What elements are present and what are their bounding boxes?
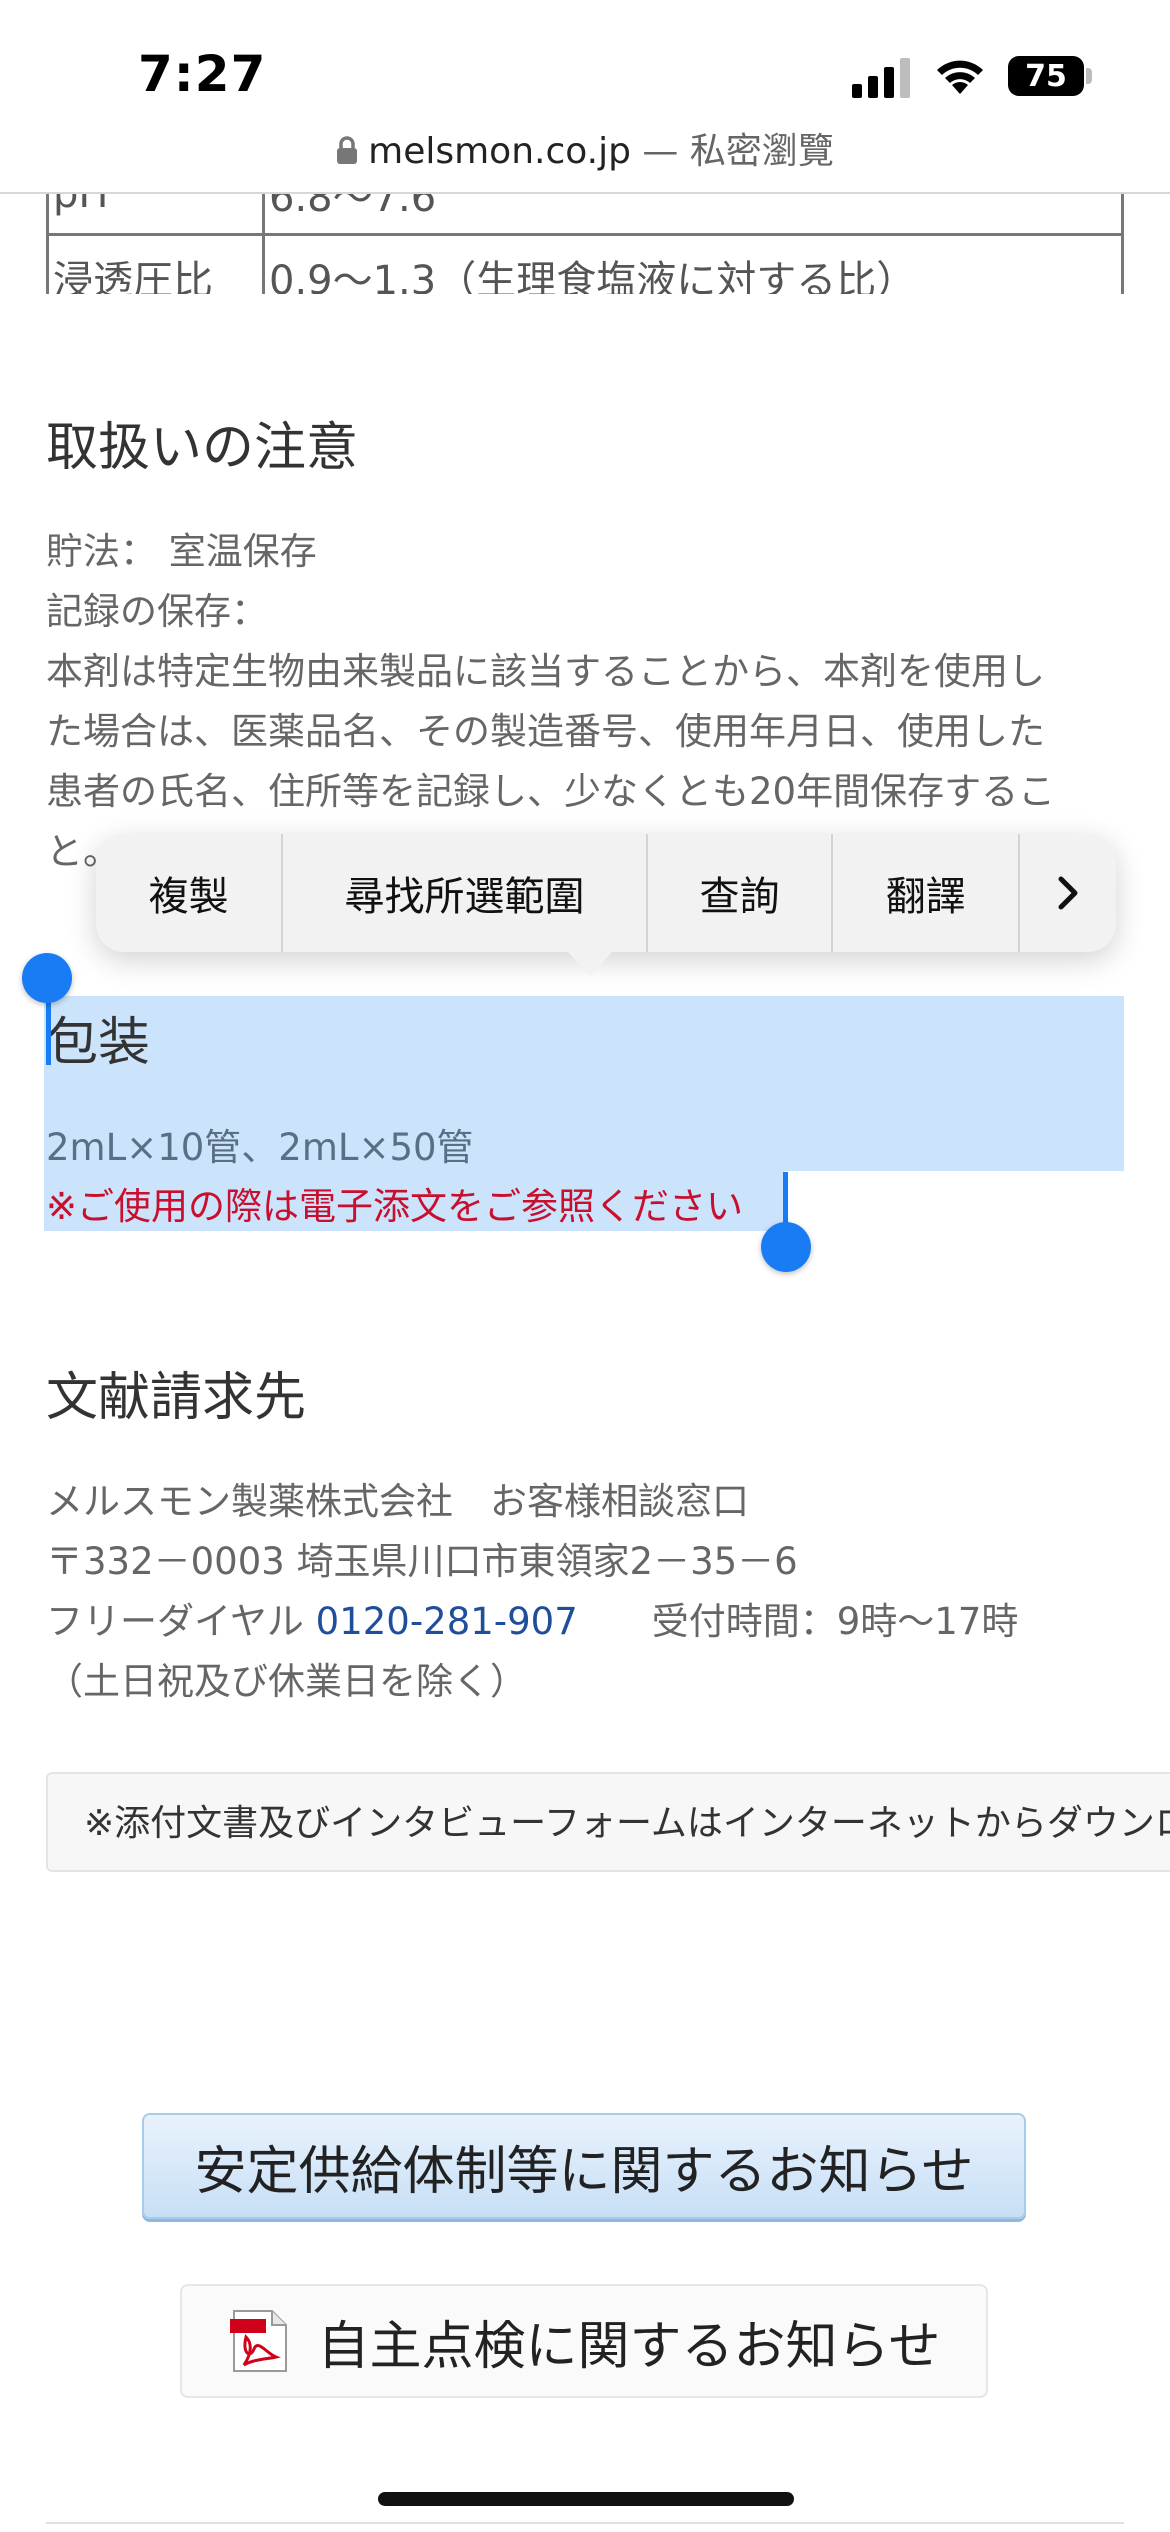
- supply-notice-button[interactable]: 安定供給体制等に関するお知らせ: [142, 2113, 1026, 2219]
- company-name: メルスモン製薬株式会社 お客様相談窓口: [46, 1480, 749, 1523]
- battery-level: 75: [1025, 58, 1067, 94]
- context-menu-pointer: [566, 950, 614, 976]
- contact-line: フリーダイヤル 0120-281-907 受付時間：9時〜17時: [46, 1592, 1126, 1652]
- packaging-title: 包装: [46, 1013, 151, 1073]
- menu-more-button[interactable]: [1020, 834, 1116, 952]
- handling-body: 貯法： 室温保存 記録の保存： 本剤は特定生物由来製品に該当することから、本剤を…: [46, 522, 1126, 882]
- page-divider: [46, 2522, 1124, 2524]
- address-bar[interactable]: melsmon.co.jp — 私密瀏覽: [0, 122, 1170, 174]
- pdf-icon: [228, 2309, 292, 2373]
- storage-text: 貯法： 室温保存: [46, 530, 317, 573]
- table-row: 浸透圧比 0.9〜1.3（生理食塩液に対する比）: [46, 233, 1124, 294]
- menu-item-find-selection[interactable]: 尋找所選範圍: [283, 834, 648, 952]
- spec-table: pH 6.8〜7.6 浸透圧比 0.9〜1.3（生理食塩液に対する比）: [46, 194, 1124, 294]
- company-address: 〒332－0003 埼玉県川口市東領家2－35－6: [46, 1540, 798, 1583]
- url-domain: melsmon.co.jp: [368, 131, 631, 172]
- table-row: pH 6.8〜7.6: [46, 194, 1124, 236]
- closed-days: （土日祝及び休業日を除く）: [46, 1660, 527, 1703]
- private-mode-label: — 私密瀏覽: [630, 131, 834, 172]
- wifi-icon: [937, 60, 983, 94]
- battery-cap: [1086, 68, 1092, 84]
- home-indicator[interactable]: [378, 2492, 794, 2506]
- literature-body: メルスモン製薬株式会社 お客様相談窓口 〒332－0003 埼玉県川口市東領家2…: [46, 1472, 1126, 1712]
- record-label: 記録の保存：: [46, 590, 268, 633]
- lock-icon: [337, 136, 358, 164]
- download-notice: ※添付文書及びインタビューフォームはインターネットからダウンロードできます: [46, 1772, 1170, 1872]
- phone-link[interactable]: 0120-281-907: [316, 1600, 578, 1643]
- spec-table-clip: pH 6.8〜7.6 浸透圧比 0.9〜1.3（生理食塩液に対する比）: [0, 194, 1170, 294]
- menu-item-copy[interactable]: 複製: [96, 834, 284, 952]
- handling-title: 取扱いの注意: [46, 418, 359, 478]
- self-inspection-label: 自主点検に関するお知らせ: [317, 2316, 941, 2377]
- selection-end-handle[interactable]: [761, 1222, 811, 1272]
- attachment-note: ※ご使用の際は電子添文をご参照ください: [46, 1185, 744, 1228]
- selection-start-handle[interactable]: [22, 953, 72, 1003]
- record-line: 本剤は特定生物由来製品に該当することから、本剤を使用し: [46, 650, 1045, 693]
- battery-icon: 75: [1008, 56, 1084, 96]
- table-cell-value: 0.9〜1.3（生理食塩液に対する比）: [262, 233, 1124, 294]
- text-context-menu: 複製 尋找所選範圍 查詢 翻譯: [96, 834, 1116, 952]
- record-line: た場合は、医薬品名、その製造番号、使用年月日、使用した: [46, 710, 1045, 753]
- chevron-right-icon: [1058, 876, 1078, 910]
- table-cell-key: pH: [46, 194, 265, 236]
- menu-item-lookup[interactable]: 查詢: [648, 834, 834, 952]
- record-line: 患者の氏名、住所等を記録し、少なくとも20年間保存するこ: [46, 770, 1056, 813]
- status-time: 7:27: [138, 45, 267, 103]
- table-cell-value: 6.8〜7.6: [262, 194, 1124, 236]
- menu-item-translate[interactable]: 翻譯: [833, 834, 1021, 952]
- table-cell-key: 浸透圧比: [46, 233, 265, 294]
- cellular-signal-icon: [852, 58, 910, 98]
- self-inspection-button[interactable]: 自主点検に関するお知らせ: [180, 2284, 988, 2398]
- business-hours: 受付時間：9時〜17時: [577, 1600, 1019, 1643]
- freedial-label: フリーダイヤル: [46, 1600, 316, 1643]
- supply-notice-label: 安定供給体制等に関するお知らせ: [194, 2141, 974, 2202]
- literature-title: 文献請求先: [46, 1368, 307, 1428]
- packaging-contents: 2mL×10管、2mL×50管: [46, 1126, 474, 1169]
